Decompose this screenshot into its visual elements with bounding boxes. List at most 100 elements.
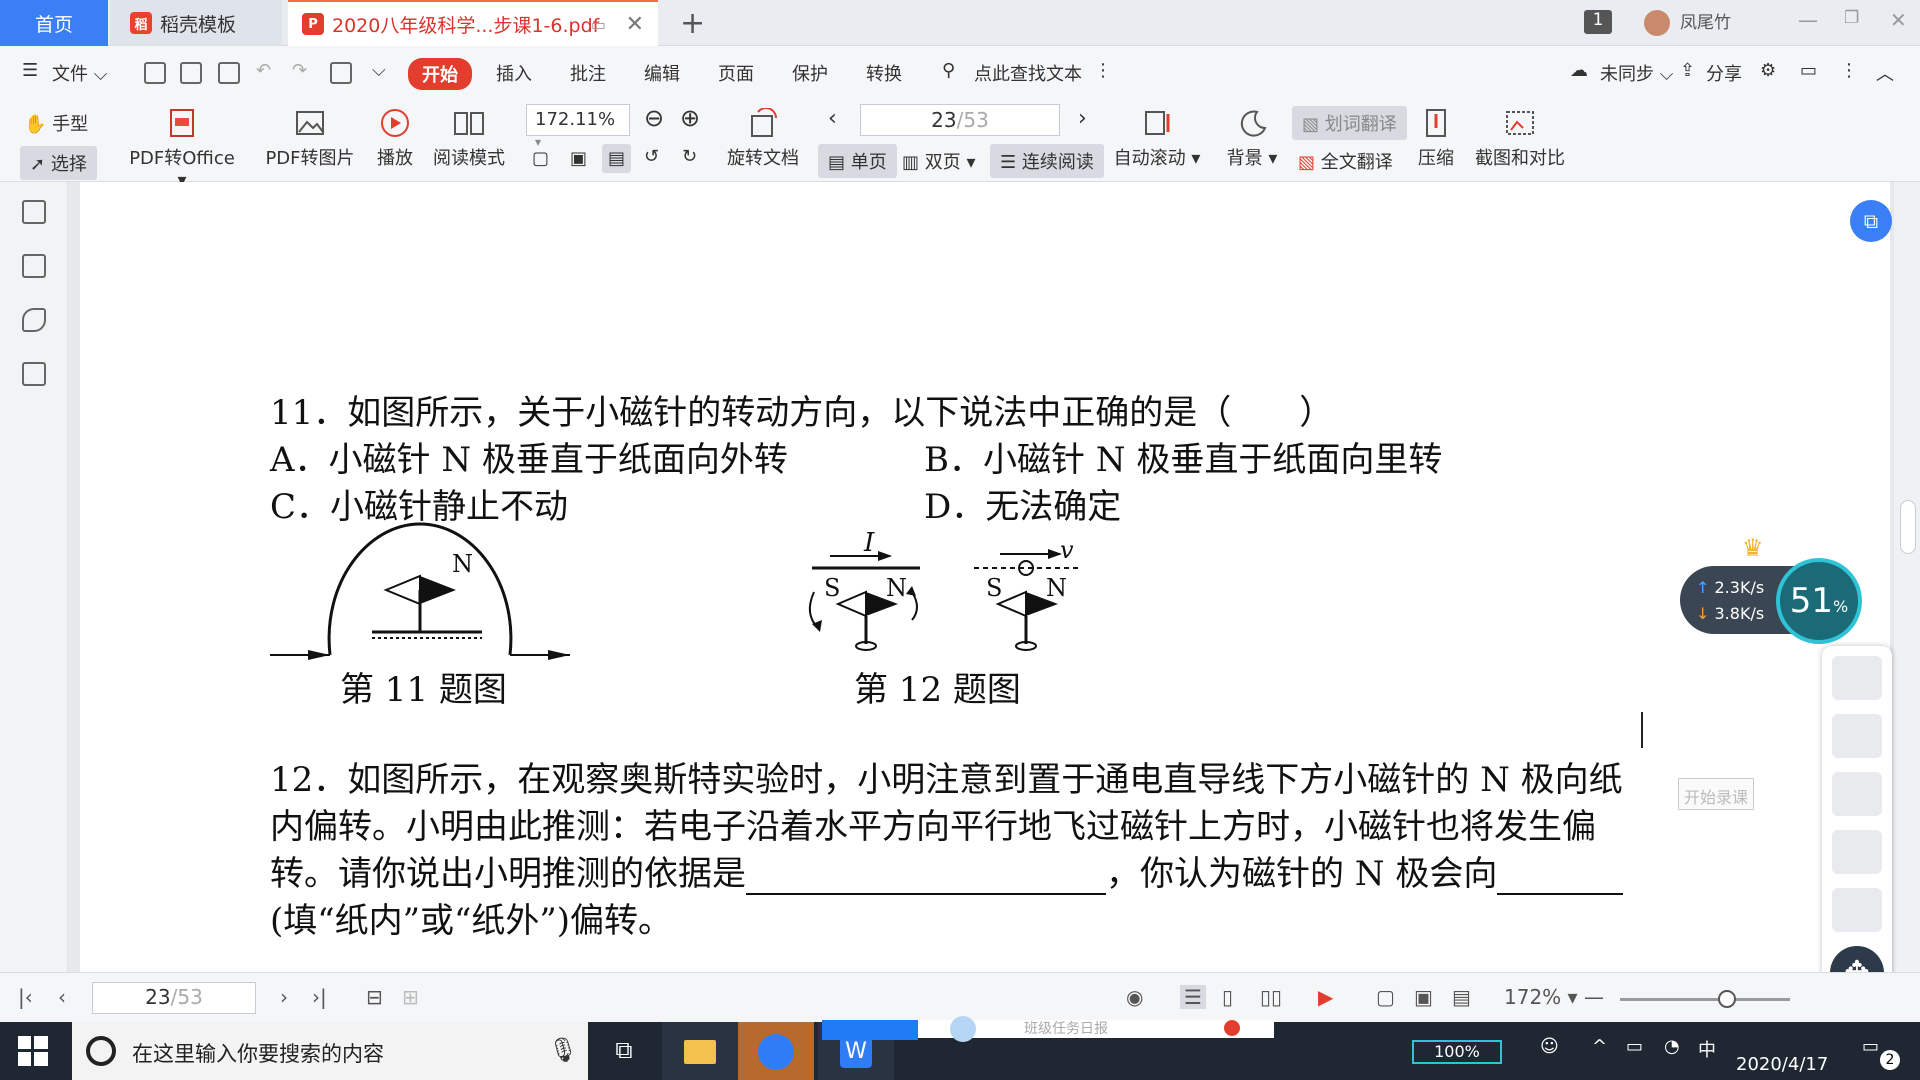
battery-icon[interactable]: ▭: [1626, 1036, 1643, 1057]
single-view-icon[interactable]: ▯: [1222, 985, 1233, 1009]
people-icon[interactable]: ☺: [1540, 1036, 1559, 1057]
search-icon[interactable]: ⚲: [942, 60, 955, 81]
close-tab-icon[interactable]: ✕: [626, 12, 644, 37]
more-icon[interactable]: ⋮: [1094, 60, 1112, 81]
action-center-icon[interactable]: ▭: [1862, 1036, 1879, 1057]
new-tab-button[interactable]: +: [680, 6, 705, 41]
save-icon[interactable]: [180, 62, 202, 84]
notification-popup[interactable]: 班级任务日报: [918, 1016, 1274, 1042]
export-icon[interactable]: [330, 62, 352, 84]
share-button[interactable]: 分享: [1706, 60, 1742, 86]
cortana-icon[interactable]: [86, 1036, 116, 1066]
status-page-input[interactable]: 23/53: [92, 982, 256, 1014]
annotation-icon[interactable]: [22, 308, 46, 332]
actual-size-icon[interactable]: ▢: [532, 148, 549, 169]
eye-protect-icon[interactable]: ◉: [1126, 985, 1143, 1009]
menu-insert[interactable]: 插入: [496, 60, 532, 86]
battery-indicator[interactable]: 100%: [1412, 1040, 1502, 1064]
forward-icon[interactable]: ⊞: [402, 985, 419, 1009]
task-view-icon[interactable]: ⧉: [586, 1022, 662, 1080]
avatar[interactable]: [1644, 10, 1670, 36]
minimize-icon[interactable]: —: [1798, 8, 1818, 32]
memory-usage-ring[interactable]: 51%: [1776, 558, 1862, 644]
maximize-icon[interactable]: ❐: [1844, 8, 1859, 28]
screenshot-compare-button[interactable]: 截图和对比: [1474, 108, 1566, 170]
print-icon[interactable]: [218, 62, 240, 84]
menu-protect[interactable]: 保护: [792, 60, 828, 86]
double-page-button[interactable]: ▥ 双页 ▾: [902, 148, 976, 174]
menu-start[interactable]: 开始: [408, 58, 472, 90]
next-page-status-icon[interactable]: ›: [280, 985, 288, 1009]
cloud-icon[interactable]: ☁: [1570, 60, 1588, 81]
outline-icon[interactable]: [22, 200, 46, 224]
user-name[interactable]: 凤尾竹: [1680, 8, 1731, 33]
tray-expand-icon[interactable]: ^: [1592, 1036, 1607, 1057]
single-page-button[interactable]: ▤ 单页: [818, 144, 897, 178]
settings-icon[interactable]: ⚙: [1760, 60, 1776, 81]
status-zoom-select[interactable]: 172% ▾: [1504, 985, 1578, 1009]
prev-page-status-icon[interactable]: ‹: [58, 985, 66, 1009]
taskbar-search-input[interactable]: 在这里输入你要搜索的内容: [72, 1022, 588, 1080]
ime-indicator[interactable]: 中: [1698, 1036, 1716, 1062]
prev-page-icon[interactable]: ‹: [828, 106, 837, 131]
play-button[interactable]: 播放: [372, 108, 418, 170]
zoom-select[interactable]: 172.11% ▾: [526, 104, 630, 149]
sync-status[interactable]: 未同步 ⌵: [1600, 60, 1673, 86]
zoom-slider-knob[interactable]: [1718, 990, 1736, 1008]
rotate-document-button[interactable]: 旋转文档: [722, 108, 804, 170]
double-view-icon[interactable]: ▯▯: [1260, 985, 1282, 1009]
zoom-slider[interactable]: [1620, 998, 1790, 1001]
fit-page-status-icon[interactable]: ▣: [1414, 985, 1433, 1009]
clock-date[interactable]: 2020/4/17: [1736, 1054, 1828, 1075]
more-options-icon[interactable]: ⋮: [1840, 60, 1858, 81]
continuous-read-button[interactable]: ☰ 连续阅读: [990, 144, 1104, 178]
full-translate-button[interactable]: ▧ 全文翻译: [1298, 148, 1393, 174]
play-status-icon[interactable]: ▶: [1318, 985, 1333, 1009]
pdf-to-office-button[interactable]: PDF转Office ▾: [122, 108, 242, 191]
menu-edit[interactable]: 编辑: [644, 60, 680, 86]
scrollbar-thumb[interactable]: [1900, 500, 1916, 554]
share-icon[interactable]: ⇪: [1680, 60, 1695, 81]
hand-tool[interactable]: ✋ 手型: [24, 110, 88, 136]
continuous-view-icon[interactable]: ☰: [1180, 985, 1206, 1009]
hamburger-icon[interactable]: ☰: [22, 60, 38, 81]
rotate-right-icon[interactable]: ↻: [682, 146, 697, 167]
tab-templates[interactable]: 稻 稻壳模板: [110, 0, 282, 46]
fit-page-icon[interactable]: ▣: [570, 148, 587, 169]
vertical-scrollbar[interactable]: [1894, 182, 1920, 972]
undo-icon[interactable]: ↶: [256, 60, 271, 81]
monitor-icon[interactable]: ▭: [591, 15, 606, 34]
wrench-tool-icon[interactable]: [1832, 772, 1882, 816]
word-translate-button[interactable]: ▧ 划词翻译: [1292, 106, 1407, 140]
menu-convert[interactable]: 转换: [866, 60, 902, 86]
last-page-icon[interactable]: ›|: [312, 985, 327, 1009]
menu-file[interactable]: 文件 ⌵: [52, 60, 107, 86]
tab-document[interactable]: P 2020八年级科学...步课1-6.pdf ▭ ✕: [288, 0, 658, 46]
zoom-in-icon[interactable]: ⊕: [680, 104, 700, 132]
pdf-to-image-button[interactable]: PDF转图片: [262, 108, 358, 170]
open-icon[interactable]: [144, 62, 166, 84]
windows-start-icon[interactable]: [18, 1036, 48, 1066]
auto-scroll-button[interactable]: 自动滚动 ▾: [1112, 108, 1202, 170]
screen-tool-icon[interactable]: [1832, 888, 1882, 932]
fit-width-status-icon[interactable]: ▤: [1452, 985, 1471, 1009]
zoom-out-icon[interactable]: ⊖: [644, 104, 664, 132]
fit-width-icon[interactable]: ▤: [602, 144, 632, 173]
read-mode-button[interactable]: 阅读模式: [432, 108, 506, 170]
window-count-badge[interactable]: 1: [1584, 10, 1612, 34]
replace-icon[interactable]: [22, 362, 46, 386]
camera-tool-icon[interactable]: [1832, 714, 1882, 758]
redo-icon[interactable]: ↷: [292, 60, 307, 81]
file-explorer-icon[interactable]: [662, 1022, 738, 1080]
eraser-tool-icon[interactable]: [1832, 830, 1882, 874]
rotate-left-icon[interactable]: ↺: [644, 146, 659, 167]
compress-button[interactable]: 压缩: [1416, 108, 1456, 170]
wifi-icon[interactable]: ◔: [1664, 1036, 1680, 1057]
zoom-minus-icon[interactable]: —: [1584, 985, 1604, 1009]
find-text-input[interactable]: 点此查找文本: [974, 60, 1082, 86]
thumbnail-icon[interactable]: [22, 254, 46, 278]
tab-home[interactable]: 首页: [0, 0, 108, 46]
feishu-app-icon[interactable]: [738, 1022, 814, 1080]
more-dropdown-icon[interactable]: ⌵: [372, 60, 386, 81]
next-page-icon[interactable]: ›: [1078, 106, 1087, 131]
